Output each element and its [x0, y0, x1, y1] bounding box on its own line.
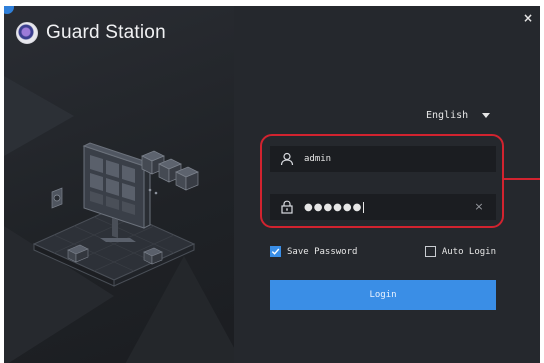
brand: Guard Station	[16, 22, 166, 44]
login-button[interactable]: Login	[270, 280, 496, 310]
login-options: Save Password Auto Login	[270, 246, 496, 257]
close-button[interactable]: ×	[522, 12, 534, 24]
app-logo-icon	[16, 22, 38, 44]
save-password-checkbox[interactable]: Save Password	[270, 246, 357, 257]
surveillance-illustration	[32, 142, 199, 287]
checkbox-unchecked-icon[interactable]	[424, 246, 436, 257]
username-input[interactable]	[304, 149, 496, 169]
password-field[interactable]: ●●●●●● ×	[270, 194, 496, 220]
language-select[interactable]: English	[426, 110, 491, 121]
illustration-panel	[4, 6, 234, 363]
auto-login-label: Auto Login	[441, 246, 496, 257]
user-icon	[278, 150, 296, 168]
clear-password-icon[interactable]: ×	[472, 200, 486, 214]
auto-login-checkbox[interactable]: Auto Login	[424, 246, 496, 257]
password-masked-value: ●●●●●●	[304, 201, 363, 213]
save-password-label: Save Password	[287, 246, 358, 257]
username-field[interactable]	[270, 146, 496, 172]
login-panel: × English ●●●●●●	[234, 6, 540, 363]
app-title: Guard Station	[46, 22, 166, 43]
password-input[interactable]: ●●●●●●	[304, 201, 472, 213]
login-window: Guard Station × English admin ●●●●●● × S…	[4, 6, 540, 363]
chevron-down-icon	[482, 113, 491, 118]
language-value: English	[426, 110, 469, 121]
lock-icon	[278, 198, 296, 216]
text-cursor	[363, 201, 365, 213]
annotation-pointer	[504, 178, 540, 180]
checkbox-checked-icon[interactable]	[270, 246, 281, 257]
